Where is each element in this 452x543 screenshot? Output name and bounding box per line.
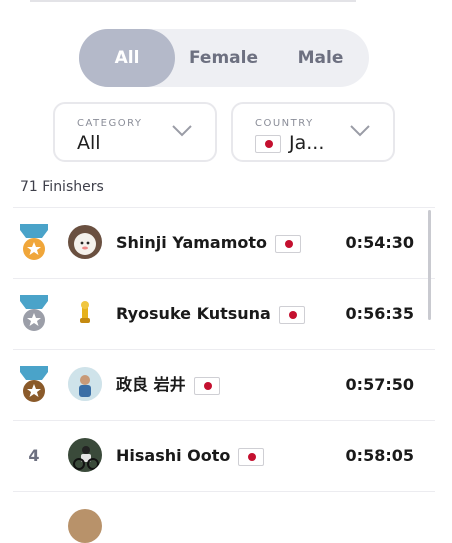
silver-medal-icon (20, 295, 48, 331)
japan-flag-icon (255, 135, 281, 153)
filter-female-button[interactable]: Female (175, 29, 272, 87)
athlete-name: Ryosuke Kutsuna (116, 279, 305, 349)
chevron-down-icon (350, 125, 370, 137)
category-label: CATEGORY (77, 118, 143, 129)
scrollbar[interactable] (428, 210, 431, 320)
avatar (68, 225, 102, 259)
finish-time: 0:58:05 (345, 446, 414, 465)
avatar (68, 296, 102, 330)
japan-flag-icon (193, 376, 220, 395)
country-value: Ja... (289, 132, 325, 154)
finish-time: 0:56:35 (345, 304, 414, 323)
result-row[interactable]: Shinji Yamamoto 0:54:30 (13, 207, 435, 278)
category-dropdown[interactable]: CATEGORY All (53, 102, 217, 162)
bronze-medal-icon (20, 366, 48, 402)
finish-time: 0:57:50 (345, 375, 414, 394)
gender-filter: All Female Male (79, 29, 369, 87)
finish-time: 0:54:30 (345, 233, 414, 252)
avatar (68, 438, 102, 472)
athlete-name: Hisashi Ooto (116, 421, 265, 491)
avatar (68, 367, 102, 401)
athlete-name: Shinji Yamamoto (116, 208, 302, 278)
athlete-name: 政良 岩井 (116, 350, 220, 420)
country-dropdown[interactable]: COUNTRY Ja... (231, 102, 395, 162)
finishers-count: 71 Finishers (20, 179, 104, 195)
japan-flag-icon (275, 234, 302, 253)
filter-all-button[interactable]: All (79, 29, 175, 87)
result-row[interactable]: 政良 岩井 0:57:50 (13, 349, 435, 420)
rank-number: 4 (28, 446, 40, 465)
chevron-down-icon (172, 125, 192, 137)
result-row[interactable]: 4 Hisashi Ooto 0:58:05 (13, 420, 435, 491)
avatar (68, 509, 102, 543)
filter-male-button[interactable]: Male (272, 29, 369, 87)
country-label: COUNTRY (255, 118, 314, 129)
top-divider (30, 0, 356, 2)
category-value: All (77, 132, 101, 154)
results-list: Shinji Yamamoto 0:54:30 Ryosuke Kutsuna … (13, 207, 435, 543)
result-row[interactable] (13, 491, 435, 543)
gold-medal-icon (20, 224, 48, 260)
japan-flag-icon (238, 447, 265, 466)
japan-flag-icon (278, 305, 305, 324)
result-row[interactable]: Ryosuke Kutsuna 0:56:35 (13, 278, 435, 349)
